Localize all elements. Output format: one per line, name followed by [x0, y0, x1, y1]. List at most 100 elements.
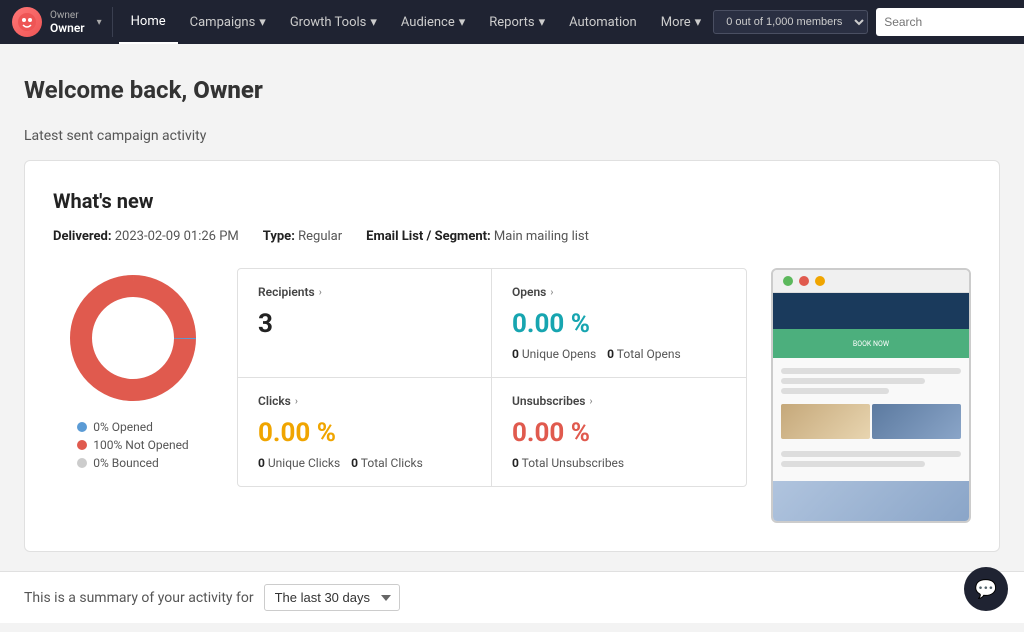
legend-opened-dot [77, 422, 87, 432]
stat-recipients: Recipients › 3 [238, 269, 492, 378]
stat-opens-label[interactable]: Opens › [512, 285, 726, 299]
ep-dot-yellow [815, 276, 825, 286]
nav-right: 0 out of 1,000 members All ▾ ? 👤 ▾ [713, 8, 1024, 36]
campaign-stats-wrapper: 0% Opened 100% Not Opened 0% Bounced [53, 268, 971, 523]
reports-dropdown-icon: ▾ [539, 15, 546, 30]
legend-not-opened-text: 100% Not Opened [93, 438, 188, 452]
ep-line-3 [781, 388, 889, 394]
email-list-label: Email List / Segment: [366, 229, 491, 244]
brand-name: Owner [50, 21, 85, 35]
stat-unsubscribes-subtext: 0 Total Unsubscribes [512, 456, 726, 470]
type-label: Type: [263, 229, 295, 244]
ep-line-2 [781, 378, 925, 384]
recipients-arrow-icon: › [319, 287, 322, 298]
ep-row-images [773, 404, 969, 439]
search-input[interactable] [876, 15, 1024, 29]
nav-link-automation[interactable]: Automation [557, 0, 649, 44]
ep-content-area [773, 358, 969, 404]
growth-dropdown-icon: ▾ [370, 15, 377, 30]
legend-opened: 0% Opened [77, 420, 188, 434]
legend-not-opened-dot [77, 440, 87, 450]
type-value: Regular [298, 229, 342, 244]
email-preview-bar [773, 270, 969, 293]
brand-avatar [12, 7, 42, 37]
ep-hero-image: BOOK NOW [773, 293, 969, 358]
brand-text: Owner Owner [50, 10, 85, 35]
unsubscribes-arrow-icon: › [589, 396, 592, 407]
stat-opens-value: 0.00 % [512, 309, 726, 339]
stat-recipients-label[interactable]: Recipients › [258, 285, 471, 299]
total-opens: 0 Total Opens [607, 347, 681, 361]
campaign-title: What's new [53, 189, 971, 213]
delivered-meta: Delivered: 2023-02-09 01:26 PM [53, 229, 239, 244]
email-list-value: Main mailing list [494, 229, 589, 244]
more-dropdown-icon: ▾ [695, 15, 702, 30]
email-preview: BOOK NOW [771, 268, 971, 523]
ep-img-bottom [773, 481, 969, 521]
stat-unsubscribes-value: 0.00 % [512, 418, 726, 448]
nav-link-reports[interactable]: Reports ▾ [477, 0, 557, 44]
unique-opens: 0 Unique Opens [512, 347, 596, 361]
stat-unsubscribes-label[interactable]: Unsubscribes › [512, 394, 726, 408]
chat-bubble-button[interactable]: 💬 [964, 567, 1008, 611]
legend-bounced-dot [77, 458, 87, 468]
email-preview-body: BOOK NOW [773, 293, 969, 521]
period-selector[interactable]: The last 30 days The last 7 days This mo… [264, 584, 400, 611]
stat-unsubscribes: Unsubscribes › 0.00 % 0 Total Unsubscrib… [492, 378, 746, 486]
ep-content-area-2 [773, 439, 969, 477]
campaign-meta: Delivered: 2023-02-09 01:26 PM Type: Reg… [53, 229, 971, 244]
nav-link-campaigns[interactable]: Campaigns ▾ [178, 0, 278, 44]
welcome-text: Welcome back, [24, 76, 193, 104]
stat-clicks-value: 0.00 % [258, 418, 471, 448]
campaign-card: What's new Delivered: 2023-02-09 01:26 P… [24, 160, 1000, 552]
summary-text: This is a summary of your activity for [24, 590, 254, 606]
stat-clicks: Clicks › 0.00 % 0 Unique Clicks 0 Total … [238, 378, 492, 486]
nav-link-audience[interactable]: Audience ▾ [389, 0, 477, 44]
delivered-label: Delivered: [53, 229, 112, 244]
ep-img3 [872, 404, 961, 439]
clicks-arrow-icon: › [295, 396, 298, 407]
welcome-name: Owner [193, 76, 263, 104]
stat-recipients-value: 3 [258, 309, 471, 339]
unique-clicks: 0 Unique Clicks [258, 456, 340, 470]
total-clicks: 0 Total Clicks [351, 456, 423, 470]
donut-chart [63, 268, 203, 408]
audience-dropdown-icon: ▾ [459, 15, 466, 30]
audience-selector[interactable]: 0 out of 1,000 members [713, 10, 868, 34]
delivered-value: 2023-02-09 01:26 PM [115, 229, 239, 244]
legend-not-opened: 100% Not Opened [77, 438, 188, 452]
total-unsubscribes: 0 Total Unsubscribes [512, 456, 624, 470]
ep-dot-red [799, 276, 809, 286]
donut-legend: 0% Opened 100% Not Opened 0% Bounced [77, 420, 188, 470]
opens-arrow-icon: › [550, 287, 553, 298]
main-content: Welcome back, Owner Latest sent campaign… [0, 44, 1024, 632]
ep-dot-green [783, 276, 793, 286]
stat-clicks-label[interactable]: Clicks › [258, 394, 471, 408]
nav-link-growth-tools[interactable]: Growth Tools ▾ [278, 0, 389, 44]
nav-link-home[interactable]: Home [119, 0, 178, 44]
brand-dropdown-icon[interactable]: ▾ [97, 17, 102, 28]
donut-container: 0% Opened 100% Not Opened 0% Bounced [53, 268, 213, 470]
brand-owner-label: Owner [50, 10, 85, 21]
legend-bounced: 0% Bounced [77, 456, 188, 470]
search-bar: All ▾ [876, 8, 1024, 36]
stats-grid: Recipients › 3 Opens › 0.00 % 0 Unique O… [237, 268, 747, 487]
bottom-bar: This is a summary of your activity for T… [0, 571, 1024, 623]
type-meta: Type: Regular [263, 229, 342, 244]
ep-cta-button: BOOK NOW [845, 338, 897, 350]
nav-links: Home Campaigns ▾ Growth Tools ▾ Audience… [119, 0, 714, 44]
welcome-title: Welcome back, Owner [24, 76, 1000, 104]
stat-opens: Opens › 0.00 % 0 Unique Opens 0 Total Op… [492, 269, 746, 378]
ep-line-1 [781, 368, 961, 374]
campaigns-dropdown-icon: ▾ [259, 15, 266, 30]
nav-link-more[interactable]: More ▾ [649, 0, 713, 44]
stat-opens-subtext: 0 Unique Opens 0 Total Opens [512, 347, 726, 361]
nav-brand[interactable]: Owner Owner ▾ [12, 7, 113, 37]
section-label: Latest sent campaign activity [24, 128, 1000, 144]
stat-clicks-subtext: 0 Unique Clicks 0 Total Clicks [258, 456, 471, 470]
ep-line-4 [781, 451, 961, 457]
email-list-meta: Email List / Segment: Main mailing list [366, 229, 589, 244]
ep-line-5 [781, 461, 925, 467]
legend-bounced-text: 0% Bounced [93, 456, 158, 470]
legend-opened-text: 0% Opened [93, 420, 153, 434]
